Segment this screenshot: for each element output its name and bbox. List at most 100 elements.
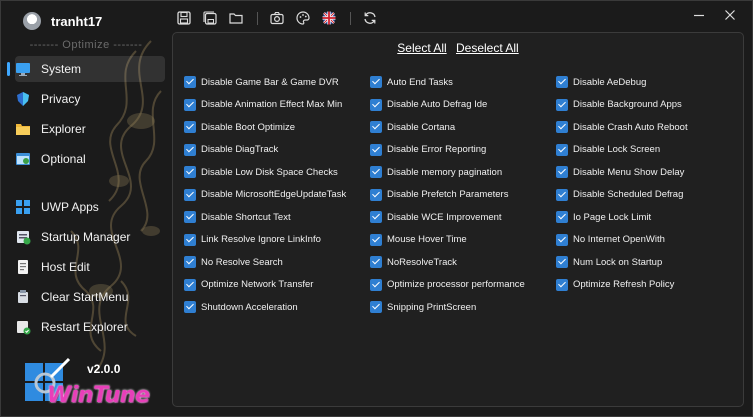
option-checkbox-row[interactable]: Shutdown Acceleration <box>184 300 298 314</box>
avatar <box>23 12 41 30</box>
option-label: Optimize Refresh Policy <box>573 279 675 290</box>
sidebar-item-label: Privacy <box>41 92 81 106</box>
option-checkbox-row[interactable]: Optimize processor performance <box>370 278 525 292</box>
save-icon[interactable] <box>177 11 191 25</box>
option-label: Disable Menu Show Delay <box>573 166 685 178</box>
checkbox-checked[interactable] <box>184 76 196 88</box>
sidebar-item-host-edit[interactable]: Host Edit <box>15 254 165 280</box>
checkbox-checked[interactable] <box>556 143 568 156</box>
option-checkbox-row[interactable]: Auto End Tasks <box>370 75 453 89</box>
checkbox-checked[interactable] <box>184 166 196 178</box>
select-all-link[interactable]: Select All <box>397 41 446 55</box>
close-icon[interactable] <box>722 7 738 23</box>
checkbox-checked[interactable] <box>370 233 382 246</box>
checkbox-checked[interactable] <box>184 301 196 313</box>
checkbox-checked[interactable] <box>184 256 196 268</box>
save-all-icon[interactable] <box>203 11 217 25</box>
sidebar-item-optional[interactable]: Optional <box>15 146 165 172</box>
option-checkbox-row[interactable]: Io Page Lock Limit <box>556 210 651 224</box>
checkbox-checked[interactable] <box>184 98 196 111</box>
option-checkbox-row[interactable]: Disable Menu Show Delay <box>556 165 684 179</box>
optional-window-icon <box>15 151 31 167</box>
option-checkbox-row[interactable]: Num Lock on Startup <box>556 255 662 269</box>
refresh-icon[interactable] <box>363 11 377 25</box>
checkbox-checked[interactable] <box>370 166 382 178</box>
option-label: Num Lock on Startup <box>573 256 663 268</box>
option-checkbox-row[interactable]: Disable MicrosoftEdgeUpdateTask <box>184 188 346 202</box>
sidebar: tranht17 ------- Optimize ------- System… <box>1 1 171 416</box>
checkbox-checked[interactable] <box>556 256 568 268</box>
checkbox-checked[interactable] <box>370 76 382 88</box>
option-label: Disable WCE Improvement <box>387 211 502 223</box>
uk-flag-icon[interactable] <box>322 11 336 25</box>
checkbox-checked[interactable] <box>370 301 382 313</box>
option-checkbox-row[interactable]: Disable Low Disk Space Checks <box>184 165 338 179</box>
option-checkbox-row[interactable]: Disable Animation Effect Max Min <box>184 98 342 112</box>
theme-palette-icon[interactable] <box>296 11 310 25</box>
checkbox-checked[interactable] <box>370 256 382 268</box>
option-checkbox-row[interactable]: Snipping PrintScreen <box>370 300 476 314</box>
option-checkbox-row[interactable]: Disable Error Reporting <box>370 143 486 157</box>
checkbox-checked[interactable] <box>556 188 568 201</box>
option-label: Link Resolve Ignore LinkInfo <box>201 234 321 245</box>
checkbox-checked[interactable] <box>184 143 196 156</box>
sidebar-item-clear-startmenu[interactable]: Clear StartMenu <box>15 284 165 310</box>
sidebar-item-label: Clear StartMenu <box>41 290 129 304</box>
checkbox-checked[interactable] <box>556 98 568 111</box>
option-label: Disable DiagTrack <box>201 144 279 155</box>
checkbox-checked[interactable] <box>184 233 196 246</box>
option-label: Disable Auto Defrag Ide <box>387 99 488 110</box>
option-checkbox-row[interactable]: Disable Game Bar & Game DVR <box>184 75 339 89</box>
option-checkbox-row[interactable]: Disable memory pagination <box>370 165 502 179</box>
sidebar-item-privacy[interactable]: Privacy <box>15 86 165 112</box>
option-checkbox-row[interactable]: Disable Crash Auto Reboot <box>556 120 688 134</box>
deselect-all-link[interactable]: Deselect All <box>456 41 519 55</box>
checkbox-checked[interactable] <box>370 98 382 111</box>
option-checkbox-row[interactable]: Optimize Refresh Policy <box>556 278 674 292</box>
minimize-icon[interactable] <box>691 7 707 23</box>
sidebar-item-system[interactable]: System <box>7 56 165 82</box>
checkbox-checked[interactable] <box>556 233 568 246</box>
checkbox-checked[interactable] <box>556 121 568 133</box>
option-checkbox-row[interactable]: Disable Prefetch Parameters <box>370 188 508 202</box>
checkbox-checked[interactable] <box>556 211 568 223</box>
open-folder-icon[interactable] <box>229 11 243 25</box>
checkbox-checked[interactable] <box>370 211 382 223</box>
checkbox-checked[interactable] <box>184 278 196 291</box>
option-checkbox-row[interactable]: Mouse Hover Time <box>370 233 467 247</box>
option-label: Disable Prefetch Parameters <box>387 189 509 200</box>
option-checkbox-row[interactable]: No Resolve Search <box>184 255 283 269</box>
option-checkbox-row[interactable]: Disable Scheduled Defrag <box>556 188 683 202</box>
option-checkbox-row[interactable]: Link Resolve Ignore LinkInfo <box>184 233 321 247</box>
checkbox-checked[interactable] <box>556 76 568 88</box>
checkbox-checked[interactable] <box>184 121 196 133</box>
option-checkbox-row[interactable]: Disable AeDebug <box>556 75 646 89</box>
option-checkbox-row[interactable]: Disable Cortana <box>370 120 455 134</box>
sidebar-item-explorer[interactable]: Explorer <box>15 116 165 142</box>
checkbox-checked[interactable] <box>184 211 196 223</box>
option-label: Disable Lock Screen <box>573 144 661 155</box>
option-checkbox-row[interactable]: No Internet OpenWith <box>556 233 665 247</box>
option-checkbox-row[interactable]: Disable Auto Defrag Ide <box>370 98 487 112</box>
sidebar-item-startup-manager[interactable]: Startup Manager <box>15 224 165 250</box>
checkbox-checked[interactable] <box>556 166 568 178</box>
option-label: NoResolveTrack <box>387 256 457 268</box>
option-checkbox-row[interactable]: Disable Lock Screen <box>556 143 660 157</box>
checkbox-checked[interactable] <box>556 278 568 291</box>
checkbox-checked[interactable] <box>184 188 196 201</box>
option-checkbox-row[interactable]: Optimize Network Transfer <box>184 278 313 292</box>
camera-icon[interactable] <box>270 11 284 25</box>
option-checkbox-row[interactable]: Disable WCE Improvement <box>370 210 502 224</box>
sidebar-item-restart-explorer[interactable]: Restart Explorer <box>15 314 165 340</box>
option-checkbox-row[interactable]: Disable Shortcut Text <box>184 210 291 224</box>
checkbox-checked[interactable] <box>370 121 382 133</box>
sidebar-item-uwp-apps[interactable]: UWP Apps <box>15 194 165 220</box>
option-checkbox-row[interactable]: NoResolveTrack <box>370 255 457 269</box>
checkbox-checked[interactable] <box>370 188 382 201</box>
option-checkbox-row[interactable]: Disable DiagTrack <box>184 143 278 157</box>
option-checkbox-row[interactable]: Disable Background Apps <box>556 98 682 112</box>
checkbox-checked[interactable] <box>370 143 382 156</box>
option-checkbox-row[interactable]: Disable Boot Optimize <box>184 120 295 134</box>
checkbox-checked[interactable] <box>370 278 382 291</box>
option-label: Disable Cortana <box>387 121 456 133</box>
